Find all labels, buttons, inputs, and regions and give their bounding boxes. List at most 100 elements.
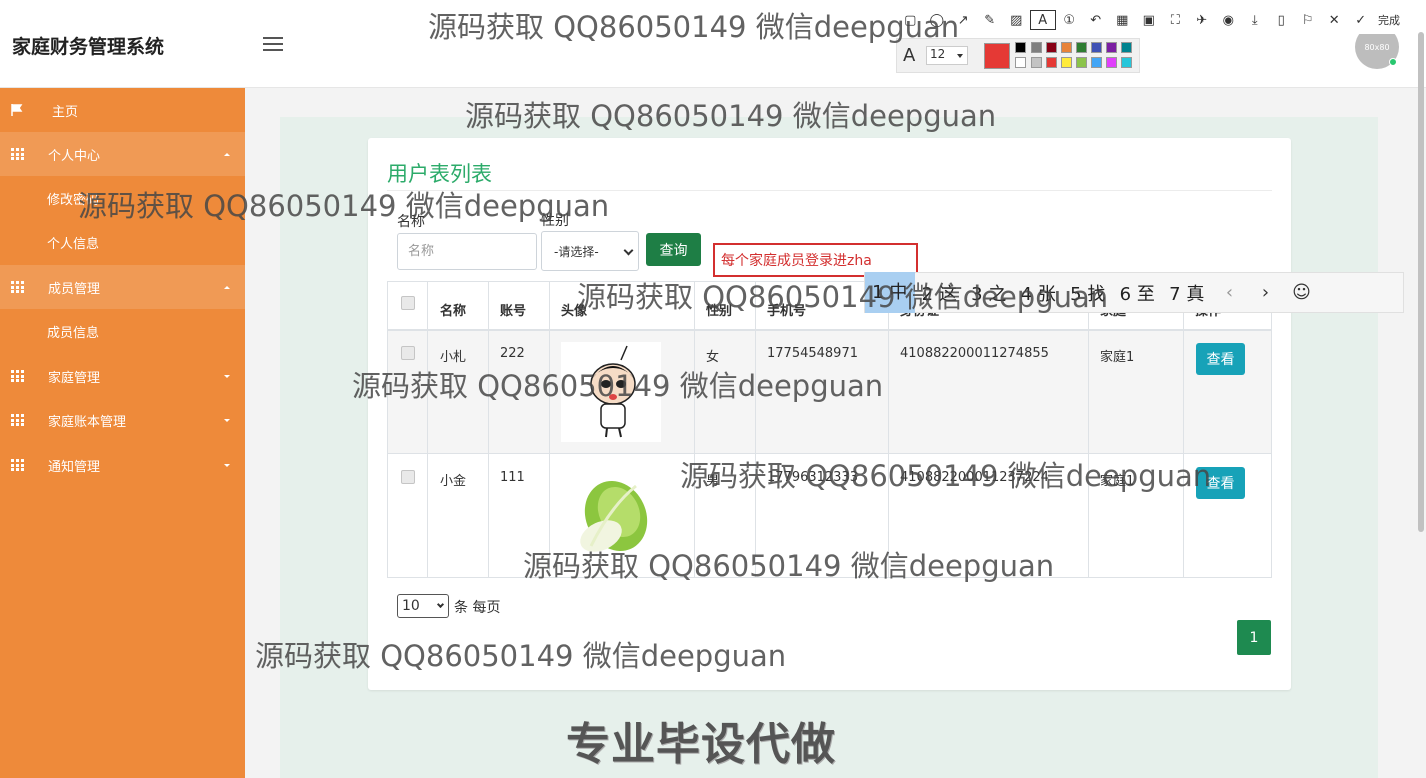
sidebar-item-personal-center[interactable]: 个人中心 [0, 132, 245, 176]
cell-phone: 17796312333 [767, 470, 858, 485]
ocr-tool-icon[interactable]: ▣ [1136, 10, 1163, 30]
ime-candidate[interactable]: 7 真 [1162, 280, 1212, 306]
col-divider [549, 282, 550, 577]
cartoon-boy-icon [590, 345, 636, 438]
phone-icon[interactable]: ▯ [1268, 10, 1295, 30]
ime-candidate-bar: 1 中 2 这 3 之 4 张 5 找 6 至 7 真 ‹ › ☺ [864, 272, 1404, 313]
color-swatch-purple[interactable] [1106, 42, 1117, 53]
color-swatch-yellow[interactable] [1061, 57, 1072, 68]
page-size-select[interactable]: 10 [397, 594, 449, 618]
color-swatch-teal[interactable] [1121, 42, 1132, 53]
users-table: 名称 账号 头像 性别 手机号 身份证 家庭 操作 小札 222 女 17754… [387, 281, 1272, 578]
cell-family: 家庭1 [1100, 474, 1135, 489]
page-button-current[interactable]: 1 [1237, 620, 1271, 655]
cell-idcard: 410882200011274855 [900, 346, 1049, 361]
sidebar-item-label: 个人中心 [48, 148, 101, 164]
color-swatch-black[interactable] [1015, 42, 1026, 53]
header-divider [388, 329, 1271, 331]
cabbage-icon [580, 480, 648, 552]
emoji-icon[interactable]: ☺ [1284, 282, 1320, 303]
online-status-dot [1389, 58, 1397, 66]
pencil-tool-icon[interactable]: ✎ [977, 10, 1004, 30]
ime-candidate[interactable]: 5 找 [1063, 280, 1113, 306]
sidebar-item-family-ledger[interactable]: 家庭账本管理 [0, 398, 245, 442]
sidebar-subitem-member-info[interactable]: 成员信息 [0, 309, 245, 353]
column-header: 手机号 [767, 304, 807, 319]
font-size-select[interactable]: 12 [926, 46, 968, 65]
current-color-swatch[interactable] [984, 43, 1010, 69]
number-tool-icon[interactable]: ① [1056, 10, 1083, 30]
color-swatch-blue[interactable] [1091, 42, 1102, 53]
color-swatch-darkred[interactable] [1046, 42, 1057, 53]
per-page-label: 条 每页 [454, 600, 501, 616]
chevron-down-icon [957, 54, 963, 58]
bookmark-icon[interactable]: ⚐ [1295, 10, 1322, 30]
pin-icon[interactable]: ✈ [1189, 10, 1216, 30]
col-divider [427, 282, 428, 577]
ime-candidate[interactable]: 2 这 [915, 280, 965, 306]
color-swatch-magenta[interactable] [1106, 57, 1117, 68]
cell-gender: 女 [706, 350, 720, 365]
sidebar-subitem-label: 修改密码 [47, 192, 100, 208]
chevron-down-icon [436, 600, 445, 609]
color-swatch-lightblue[interactable] [1091, 57, 1102, 68]
gender-select[interactable]: -请选择- [541, 231, 639, 271]
column-header: 性别 [706, 304, 733, 319]
highlighter-tool-icon[interactable]: ▨ [1003, 10, 1030, 30]
sidebar-subitem-personal-info[interactable]: 个人信息 [0, 220, 245, 264]
cell-phone: 17754548971 [767, 346, 858, 361]
hamburger-menu-icon[interactable] [263, 37, 283, 53]
done-label[interactable]: 完成 [1378, 12, 1400, 28]
color-swatch-white[interactable] [1015, 57, 1026, 68]
sidebar-item-home[interactable]: 主页 [0, 88, 245, 132]
view-button[interactable]: 查看 [1196, 467, 1245, 499]
caret-down-icon [224, 463, 230, 467]
chevron-left-icon[interactable]: ‹ [1212, 282, 1248, 303]
scrollbar-thumb[interactable] [1418, 32, 1424, 532]
row-checkbox[interactable] [401, 470, 415, 484]
name-search-input[interactable] [397, 233, 537, 270]
record-icon[interactable]: ◉ [1215, 10, 1242, 30]
color-swatch-green[interactable] [1076, 42, 1087, 53]
grid-icon [11, 370, 25, 382]
download-icon[interactable]: ⤓ [1242, 10, 1269, 30]
undo-icon[interactable]: ↶ [1083, 10, 1110, 30]
mosaic-tool-icon[interactable]: ▦ [1109, 10, 1136, 30]
row-checkbox[interactable] [401, 346, 415, 360]
cell-name: 小金 [440, 474, 467, 489]
view-button[interactable]: 查看 [1196, 343, 1245, 375]
col-divider [1183, 282, 1184, 577]
ime-candidate[interactable]: 4 张 [1014, 280, 1064, 306]
select-all-checkbox[interactable] [401, 296, 415, 310]
sidebar-item-label: 成员管理 [48, 281, 101, 297]
color-swatch-gray[interactable] [1031, 42, 1042, 53]
query-button[interactable]: 查询 [646, 233, 701, 266]
check-icon[interactable]: ✓ [1348, 10, 1375, 30]
scan-tool-icon[interactable]: ⛶ [1162, 10, 1189, 30]
rectangle-tool-icon[interactable]: ▢ [897, 10, 924, 30]
color-swatch-red[interactable] [1046, 57, 1057, 68]
text-style-panel: A 12 [896, 38, 1140, 73]
color-swatch-lightgreen[interactable] [1076, 57, 1087, 68]
caret-down-icon [224, 374, 230, 378]
text-tool-icon[interactable]: A [1029, 10, 1056, 30]
color-swatch-lightgray[interactable] [1031, 57, 1042, 68]
arrow-tool-icon[interactable]: ↗ [950, 10, 977, 30]
sidebar-item-notice-management[interactable]: 通知管理 [0, 443, 245, 487]
sidebar-subitem-change-password[interactable]: 修改密码 [0, 176, 245, 220]
cell-account: 222 [500, 346, 525, 361]
flag-icon [11, 104, 23, 116]
sidebar-subitem-label: 成员信息 [47, 325, 100, 341]
ime-candidate[interactable]: 6 至 [1113, 280, 1163, 306]
color-swatch-cyan[interactable] [1121, 57, 1132, 68]
column-header: 名称 [440, 304, 467, 319]
chevron-right-icon[interactable]: › [1248, 282, 1284, 303]
close-icon[interactable]: ✕ [1321, 10, 1348, 30]
sidebar: 主页 个人中心 修改密码 个人信息 成员管理 成员信息 家庭管理 家庭账本管理 … [0, 88, 245, 778]
ime-candidate[interactable]: 1 中 [865, 272, 915, 313]
ime-candidate[interactable]: 3 之 [964, 280, 1014, 306]
ellipse-tool-icon[interactable]: ◯ [924, 10, 951, 30]
sidebar-item-family-management[interactable]: 家庭管理 [0, 354, 245, 398]
color-swatch-orange[interactable] [1061, 42, 1072, 53]
sidebar-item-member-management[interactable]: 成员管理 [0, 265, 245, 309]
